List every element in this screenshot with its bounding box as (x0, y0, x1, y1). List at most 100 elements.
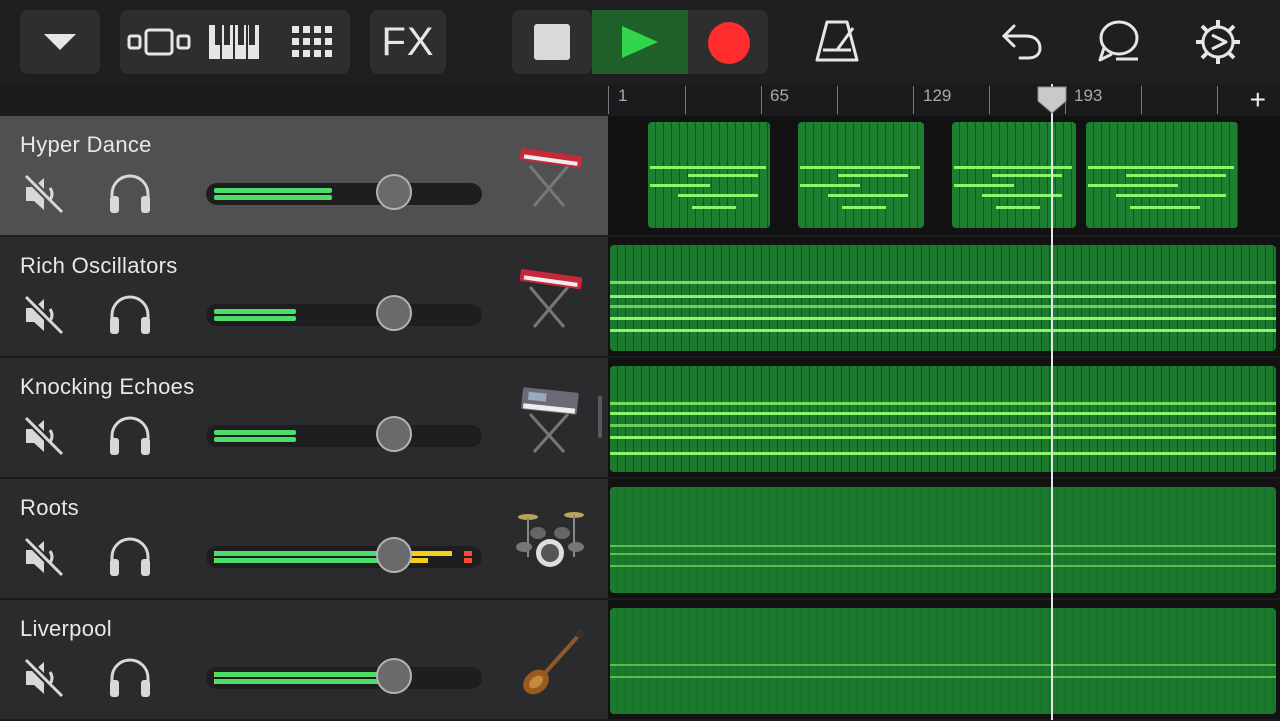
midi-region[interactable] (648, 122, 770, 228)
track-header-rich-oscillators[interactable]: Rich Oscillators (0, 237, 608, 358)
region-texture (610, 608, 1276, 714)
volume-slider[interactable] (206, 425, 482, 447)
midi-region[interactable] (952, 122, 1076, 228)
workstation-keyboard-icon (521, 387, 579, 454)
note (610, 295, 1276, 298)
keyboard-synth-icon (519, 269, 583, 328)
note (688, 174, 758, 177)
note (610, 553, 1276, 555)
ruler-label-65: 65 (770, 86, 789, 105)
headphones-icon[interactable] (106, 535, 154, 579)
track-name: Rich Oscillators (20, 253, 178, 278)
volume-level (214, 309, 296, 314)
note (1088, 184, 1178, 187)
note (610, 545, 1276, 547)
midi-region[interactable] (798, 122, 924, 228)
midi-region[interactable] (1086, 122, 1238, 228)
volume-level (214, 316, 296, 321)
scroll-indicator[interactable] (598, 396, 602, 438)
keyboard-synth-icon (519, 148, 583, 207)
note (1088, 166, 1234, 169)
mute-speaker-icon[interactable] (22, 656, 66, 700)
lane-liverpool[interactable] (608, 600, 1280, 721)
volume-knob[interactable] (376, 658, 412, 694)
note (1126, 174, 1226, 177)
ruler-tick (608, 86, 609, 114)
lane-rich-oscillators[interactable] (608, 237, 1280, 358)
record-icon (708, 22, 750, 64)
note (800, 166, 920, 169)
headphones-icon[interactable] (106, 656, 154, 700)
midi-region[interactable] (610, 245, 1276, 351)
note (610, 317, 1276, 320)
clip-indicator (464, 558, 472, 563)
track-header-knocking-echoes[interactable]: Knocking Echoes (0, 358, 608, 479)
metronome-icon[interactable] (815, 18, 859, 64)
lane-hyper-dance[interactable] (608, 116, 1280, 237)
note (610, 412, 1276, 415)
playhead-line (1051, 84, 1053, 720)
tracks-menu-button[interactable] (20, 10, 100, 74)
add-section-button[interactable]: + (1250, 86, 1266, 114)
midi-region[interactable] (610, 608, 1276, 714)
note (692, 206, 736, 209)
track-header-roots[interactable]: Roots (0, 479, 608, 600)
piano-keys-icon[interactable] (208, 24, 260, 60)
midi-region[interactable] (610, 366, 1276, 472)
ruler-tick (1141, 86, 1142, 114)
note (828, 194, 908, 197)
undo-icon[interactable] (1000, 20, 1044, 62)
loop-icon[interactable] (1096, 18, 1142, 64)
stop-icon (534, 24, 570, 60)
note (954, 184, 1014, 187)
note (800, 184, 860, 187)
volume-level (214, 195, 332, 200)
headphones-icon[interactable] (106, 293, 154, 337)
grid-icon[interactable] (290, 24, 336, 60)
mute-speaker-icon[interactable] (22, 535, 66, 579)
note (610, 436, 1276, 439)
note (610, 329, 1276, 332)
note (982, 194, 1062, 197)
note (678, 194, 758, 197)
lane-roots[interactable] (608, 479, 1280, 600)
region-texture (610, 366, 1276, 472)
volume-slider[interactable] (206, 304, 482, 326)
track-header-liverpool[interactable]: Liverpool (0, 600, 608, 721)
volume-slider[interactable] (206, 546, 482, 568)
ruler-tick (685, 86, 686, 114)
volume-level (214, 437, 296, 442)
ruler-tick (1217, 86, 1218, 114)
volume-knob[interactable] (376, 416, 412, 452)
volume-level (214, 551, 394, 556)
track-name: Roots (20, 495, 79, 520)
midi-region[interactable] (610, 487, 1276, 593)
volume-knob[interactable] (376, 174, 412, 210)
playhead-handle[interactable] (1036, 85, 1068, 115)
stop-button[interactable] (512, 10, 592, 74)
mute-speaker-icon[interactable] (22, 293, 66, 337)
track-header-hyper-dance[interactable]: Hyper Dance (0, 116, 608, 237)
mute-speaker-icon[interactable] (22, 172, 66, 216)
play-button[interactable] (592, 10, 688, 74)
volume-slider[interactable] (206, 667, 482, 689)
record-button[interactable] (688, 10, 768, 74)
tracks-view-icon[interactable] (126, 26, 192, 58)
volume-slider[interactable] (206, 183, 482, 205)
note (650, 166, 766, 169)
timeline-ruler[interactable]: 1 65 129 193 + (608, 84, 1280, 116)
mute-speaker-icon[interactable] (22, 414, 66, 458)
headphones-icon[interactable] (106, 172, 154, 216)
note (610, 305, 1276, 308)
volume-level (214, 430, 296, 435)
fx-button[interactable]: FX (370, 10, 446, 74)
bass-guitar-icon (523, 628, 586, 695)
headphones-icon[interactable] (106, 414, 154, 458)
lane-knocking-echoes[interactable] (608, 358, 1280, 479)
volume-knob[interactable] (376, 295, 412, 331)
note (996, 206, 1040, 209)
timeline-lanes[interactable] (608, 116, 1280, 721)
volume-knob[interactable] (376, 537, 412, 573)
note (838, 174, 908, 177)
gear-icon[interactable] (1194, 18, 1242, 66)
